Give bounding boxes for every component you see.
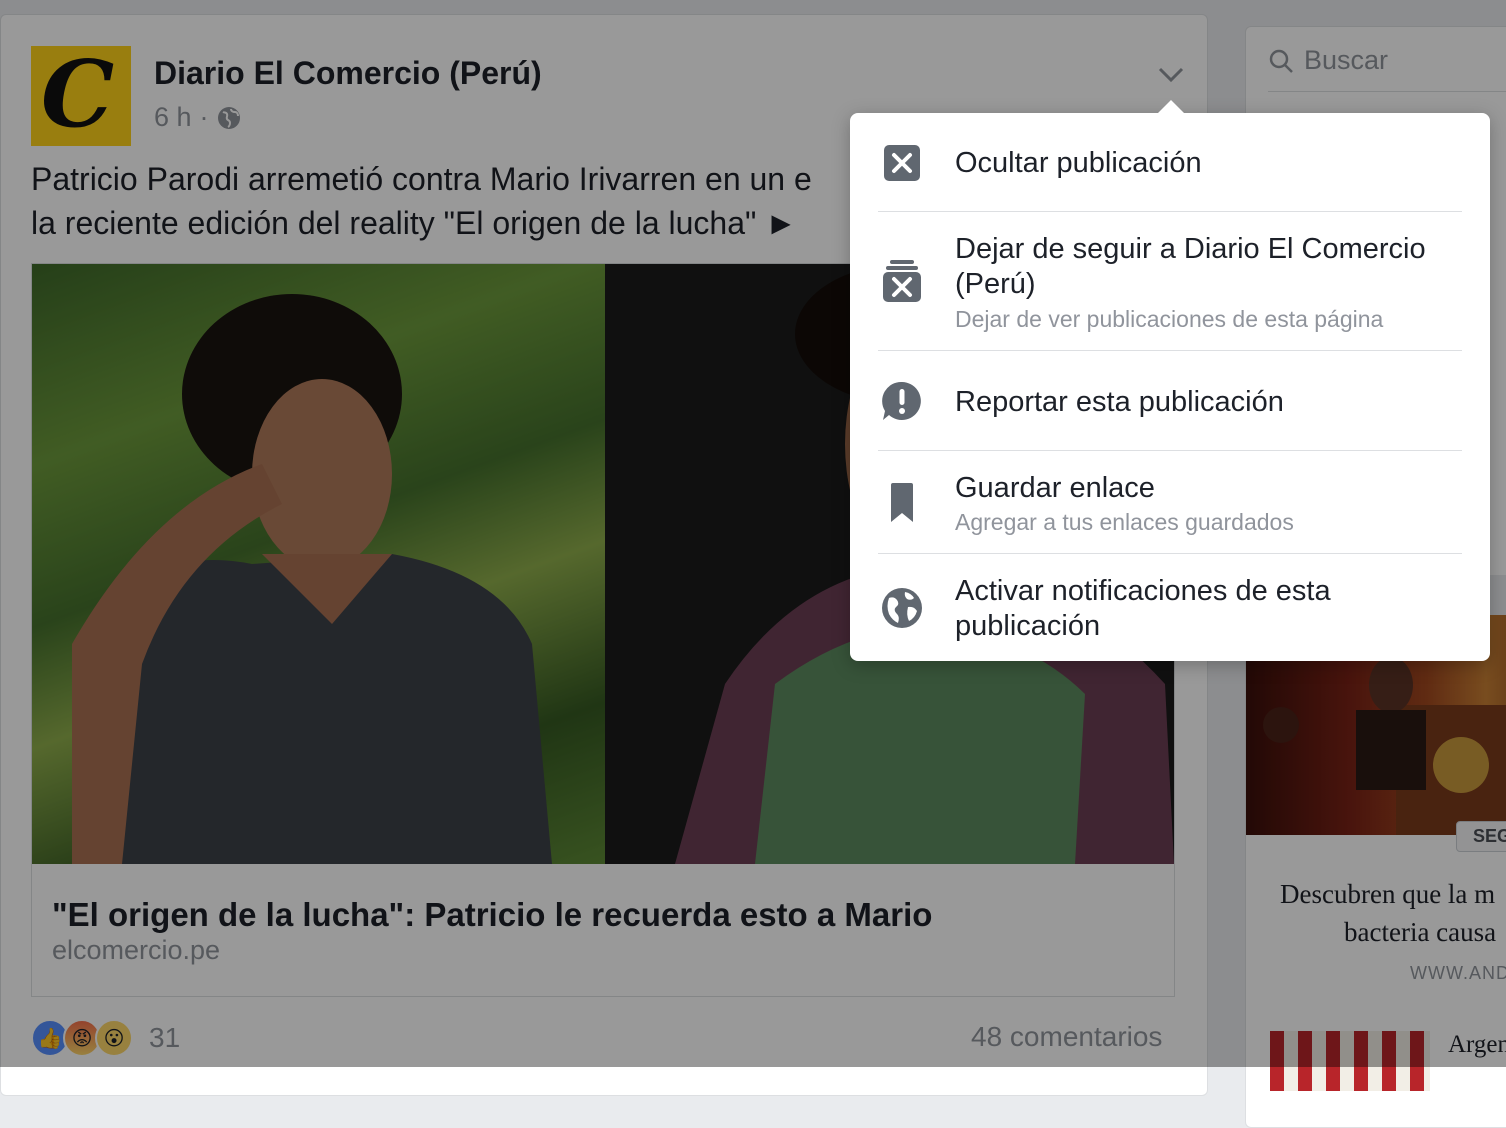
menu-item-notifications[interactable]: Activar notificaciones de esta publicaci… — [850, 554, 1490, 661]
menu-caret — [1157, 100, 1185, 114]
report-icon — [882, 381, 921, 420]
globe-icon — [882, 588, 922, 628]
menu-item-hide-post[interactable]: Ocultar publicación — [850, 113, 1490, 212]
menu-item-label: Ocultar publicación — [955, 147, 1202, 179]
post-options-menu: Ocultar publicación Dejar de seguir a Di… — [850, 100, 1490, 661]
unfollow-icon — [883, 260, 921, 302]
menu-item-save-link[interactable]: Guardar enlace Agregar a tus enlaces gua… — [850, 451, 1490, 554]
menu-item-label: Dejar de seguir a Diario El Comercio (Pe… — [955, 233, 1426, 300]
menu-item-label: Reportar esta publicación — [955, 386, 1284, 418]
bookmark-icon — [891, 483, 913, 522]
menu-item-sublabel: Dejar de ver publicaciones de esta págin… — [955, 306, 1384, 332]
hide-x-icon — [884, 145, 920, 181]
menu-item-sublabel: Agregar a tus enlaces guardados — [955, 509, 1294, 535]
menu-item-label: Guardar enlace — [955, 472, 1155, 504]
menu-item-unfollow[interactable]: Dejar de seguir a Diario El Comercio (Pe… — [850, 212, 1490, 351]
menu-item-report[interactable]: Reportar esta publicación — [850, 351, 1490, 451]
menu-item-label: Activar notificaciones de esta publicaci… — [955, 575, 1331, 642]
